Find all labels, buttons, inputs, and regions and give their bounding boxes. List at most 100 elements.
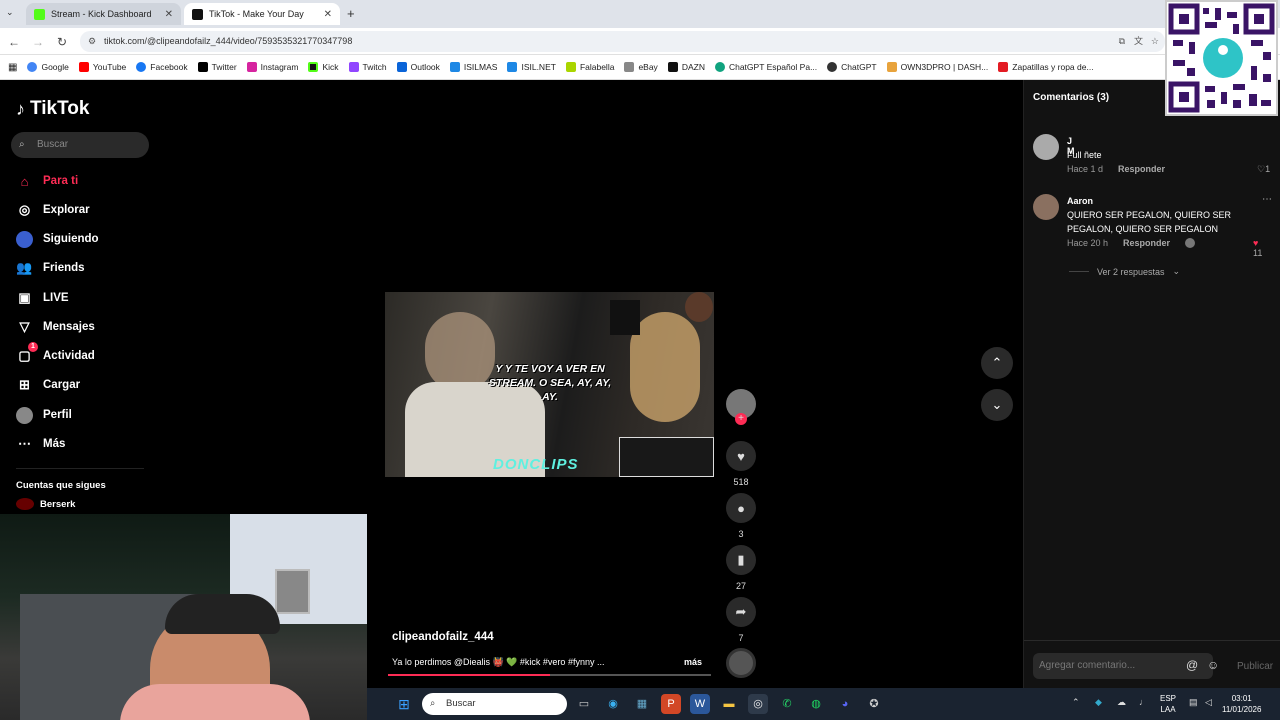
comment-time: Hace 1 d: [1067, 164, 1104, 174]
tab-label: TikTok - Make Your Day: [209, 9, 304, 19]
tab-search-icon[interactable]: ⌄: [6, 7, 14, 18]
bookmark-twitch[interactable]: Twitch: [348, 62, 387, 72]
tiktok-logo[interactable]: ♪ TikTok: [16, 98, 89, 120]
heart-outline-icon: ♡: [1257, 164, 1266, 174]
bookmark-isilnet[interactable]: ISIL.NET: [507, 62, 556, 72]
emoji-icon[interactable]: ☺: [1207, 658, 1219, 672]
bookmark-twitter[interactable]: Twitter: [197, 62, 237, 72]
bookmark-isilmas[interactable]: ISILMAS: [449, 62, 497, 72]
word-icon[interactable]: W: [690, 694, 710, 714]
store-icon: [998, 62, 1009, 72]
heart-icon: ♥: [726, 441, 756, 471]
like-button[interactable]: ♥ 518: [725, 441, 757, 487]
site-info-icon[interactable]: ⚙: [88, 31, 96, 52]
whatsapp-icon[interactable]: ✆: [777, 694, 797, 714]
taskbar-search[interactable]: ⌕ Buscar: [422, 693, 567, 715]
share-button[interactable]: ➦ 7: [725, 597, 757, 643]
microphone-icon[interactable]: ♩: [1139, 697, 1148, 707]
video-progress-bar[interactable]: [388, 674, 711, 676]
bookmark-star-icon[interactable]: ☆: [1151, 31, 1159, 52]
close-icon[interactable]: ✕: [165, 9, 173, 20]
new-tab-button[interactable]: +: [347, 6, 355, 21]
save-button[interactable]: ▮ 27: [725, 545, 757, 591]
chrome-icon[interactable]: ◎: [748, 694, 768, 714]
spotify-icon[interactable]: ◍: [806, 694, 826, 714]
comment-author[interactable]: Aaron: [1067, 196, 1093, 206]
nav-live[interactable]: ▣ LIVE: [16, 288, 68, 308]
nav-actividad[interactable]: ▢ 1 Actividad: [16, 341, 95, 366]
app-icon[interactable]: ✪: [864, 694, 884, 714]
bookmark-zapatillas[interactable]: Zapatillas y ropa de...: [998, 62, 1094, 72]
more-options-icon[interactable]: ⋯: [1262, 194, 1272, 205]
bookmark-chatgpt[interactable]: ChatGPT: [827, 62, 877, 72]
chevron-up-icon[interactable]: ⌃: [1072, 697, 1080, 708]
nav-perfil[interactable]: Perfil: [16, 405, 72, 425]
qr-code: [1165, 0, 1278, 116]
windows-start-icon[interactable]: ⊞: [394, 694, 414, 714]
nav-siguiendo[interactable]: Siguiendo: [16, 229, 99, 249]
bookmark-google[interactable]: Google: [27, 62, 69, 72]
file-explorer-icon[interactable]: ▬: [719, 694, 739, 714]
tab-kick-dashboard[interactable]: Stream - Kick Dashboard ✕: [26, 3, 181, 25]
discord-icon[interactable]: ◕: [835, 694, 855, 714]
comment-like-button[interactable]: ♥ 11: [1253, 238, 1262, 258]
mention-icon[interactable]: @: [1186, 658, 1198, 672]
bookmark-instagram[interactable]: Instagram: [246, 62, 298, 72]
language-region: LAA: [1160, 705, 1176, 714]
language-indicator[interactable]: ESP LAA: [1160, 693, 1176, 715]
next-video-button[interactable]: ⌄: [981, 389, 1013, 421]
url-input[interactable]: ⚙ tiktok.com/@clipeandofailz_444/video/7…: [80, 31, 1165, 52]
avatar[interactable]: [1033, 194, 1059, 220]
video-player[interactable]: Y Y TE VOY A VER EN STREAM. O SEA, AY, A…: [385, 292, 714, 477]
bookmark-kick[interactable]: Kick: [308, 62, 339, 72]
tray-app-icon[interactable]: ◆: [1095, 697, 1102, 708]
nav-explorar[interactable]: ◎ Explorar: [16, 200, 90, 220]
bookmark-ebay[interactable]: eBay: [624, 62, 658, 72]
following-item[interactable]: Berserk: [16, 498, 75, 510]
install-icon[interactable]: ⧉: [1119, 31, 1125, 52]
search-input[interactable]: ⌕ Buscar: [11, 132, 149, 158]
reply-button[interactable]: Responder: [1123, 238, 1170, 248]
nav-friends[interactable]: 👥 Friends: [16, 258, 84, 278]
tab-tiktok[interactable]: TikTok - Make Your Day ✕: [184, 3, 340, 25]
bookmark-falabella[interactable]: Falabella: [565, 62, 614, 72]
creator-avatar-button[interactable]: +: [725, 389, 757, 425]
reload-icon[interactable]: ↻: [54, 34, 70, 50]
powerpoint-icon[interactable]: P: [661, 694, 681, 714]
comment-button[interactable]: ● 3: [725, 493, 757, 539]
video-author[interactable]: clipeandofailz_444: [392, 631, 494, 643]
nav-mas[interactable]: ⋯ Más: [16, 434, 65, 454]
forward-icon[interactable]: →: [30, 34, 46, 50]
avatar[interactable]: [1033, 134, 1059, 160]
close-icon[interactable]: ✕: [324, 9, 332, 20]
back-icon[interactable]: ←: [6, 34, 22, 50]
bookmark-youtube[interactable]: YouTube: [78, 62, 126, 72]
sidebar: ♪ TikTok ⌕ Buscar ⌂ Para ti ◎ Explorar Sig…: [0, 80, 160, 514]
sound-disc[interactable]: [725, 648, 757, 678]
bookmark-outlook[interactable]: Outlook: [396, 62, 440, 72]
dazn-icon: [667, 62, 678, 72]
edge-icon[interactable]: ◉: [603, 694, 623, 714]
follow-plus-icon[interactable]: +: [735, 413, 747, 425]
comment-like-button[interactable]: ♡1: [1257, 164, 1270, 175]
onedrive-icon[interactable]: ☁: [1117, 697, 1126, 708]
bookmark-chatgpt-es[interactable]: ChatGPT Español Pa...: [714, 62, 817, 72]
nav-para-ti[interactable]: ⌂ Para ti: [16, 171, 79, 191]
translate-icon[interactable]: 文: [1134, 31, 1143, 52]
nav-mensajes[interactable]: ▽ Mensajes: [16, 317, 95, 337]
publish-button[interactable]: Publicar: [1237, 661, 1273, 672]
network-icon[interactable]: ▤: [1189, 697, 1198, 708]
apps-icon[interactable]: ▦: [8, 62, 17, 73]
caption-more-link[interactable]: más: [684, 657, 702, 667]
bookmark-dazn[interactable]: DAZN: [667, 62, 705, 72]
nav-cargar[interactable]: ⊞ Cargar: [16, 375, 80, 395]
store-icon[interactable]: ▦: [632, 694, 652, 714]
task-view-icon[interactable]: ▭: [574, 694, 594, 714]
bookmark-facebook[interactable]: Facebook: [136, 62, 188, 72]
bookmark-own3d[interactable]: OWN3DPRO | DASH...: [886, 62, 988, 72]
view-replies-button[interactable]: Ver 2 respuestas ⌄: [1069, 266, 1180, 277]
volume-icon[interactable]: ◁: [1205, 697, 1212, 708]
reply-button[interactable]: Responder: [1118, 164, 1165, 174]
previous-video-button[interactable]: ⌃: [981, 347, 1013, 379]
system-clock[interactable]: 03:01 11/01/2026: [1222, 693, 1261, 715]
